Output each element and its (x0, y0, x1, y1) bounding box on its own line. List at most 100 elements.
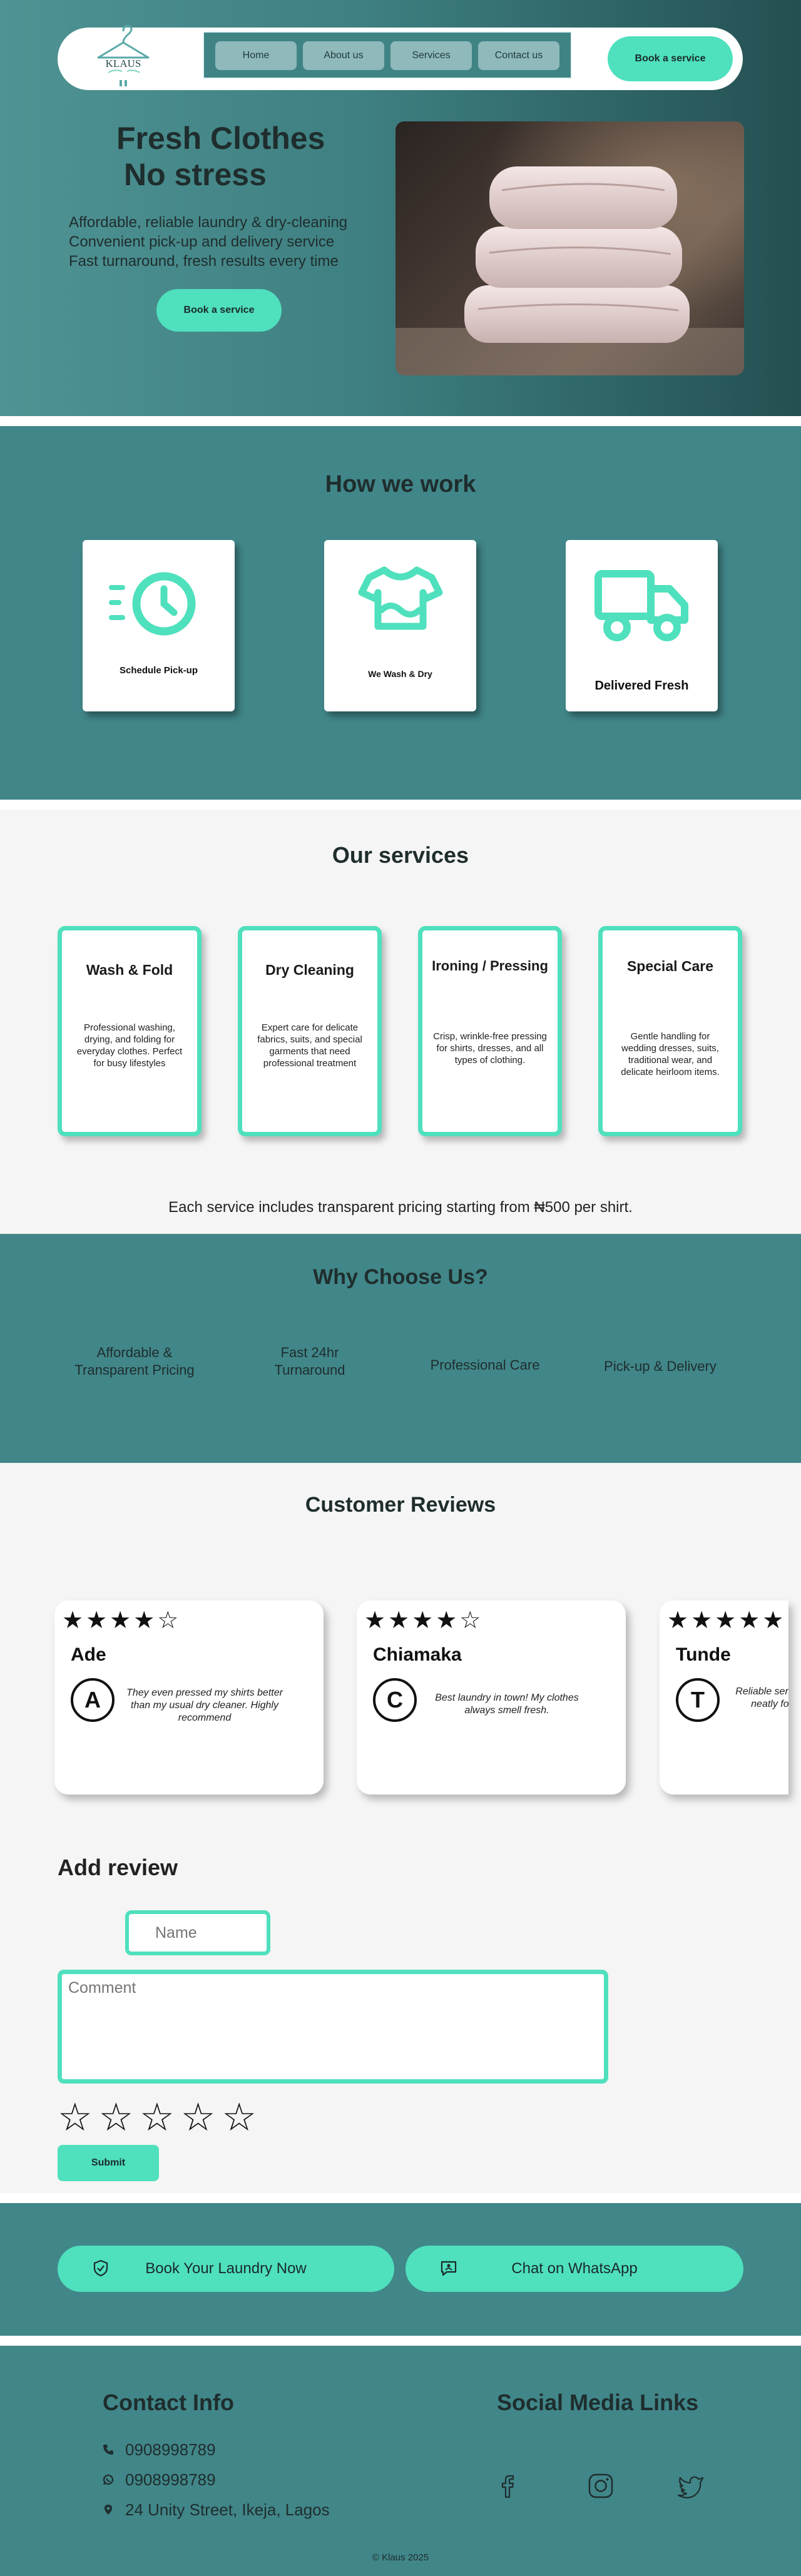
footer: Contact Info 0908998789 0908998789 24 Un… (0, 2346, 801, 2576)
address-text: 24 Unity Street, Ikeja, Lagos (125, 2500, 330, 2519)
reviewer-avatar: A (71, 1678, 115, 1722)
whatsapp-number: 0908998789 (125, 2470, 216, 2489)
chat-whatsapp-button[interactable]: Chat on WhatsApp (406, 2246, 743, 2292)
whatsapp-icon (103, 2474, 114, 2485)
service-card-dry-cleaning[interactable]: Dry Cleaning Expert care for delicate fa… (238, 926, 382, 1136)
phone-icon (103, 2445, 113, 2455)
social-media-title: Social Media Links (497, 2390, 699, 2415)
review-card: ★★★★☆ Ade A They even pressed my shirts … (54, 1601, 324, 1795)
service-description: Professional washing, drying, and foldin… (76, 1022, 183, 1069)
brand-logo[interactable]: KLAUS (92, 19, 155, 94)
how-we-work-title: How we work (325, 471, 476, 497)
nav-home[interactable]: Home (215, 41, 297, 70)
service-title: Wash & Fold (86, 962, 173, 978)
nav-about[interactable]: About us (303, 41, 384, 70)
step-label: Delivered Fresh (594, 679, 689, 693)
hero-title: Fresh Clothes No stress (116, 120, 325, 193)
nav-menu: Home About us Services Contact us (203, 31, 572, 79)
hero-line: Affordable, reliable laundry & dry-clean… (69, 214, 348, 231)
why-item: Professional Care (430, 1357, 540, 1373)
step-card-wash: We Wash & Dry (324, 540, 476, 711)
section-divider (0, 800, 801, 810)
add-review-title: Add review (58, 1855, 178, 1880)
hero-line: Convenient pick-up and delivery service (69, 233, 335, 250)
location-pin-icon (105, 2505, 112, 2515)
step-label: Schedule Pick-up (119, 665, 198, 676)
section-divider (0, 416, 801, 426)
contact-info-title: Contact Info (103, 2390, 234, 2415)
facebook-icon[interactable] (492, 2471, 522, 2501)
why-item-line: Affordable & (96, 1345, 173, 1360)
book-service-nav-button[interactable]: Book a service (608, 36, 733, 81)
chat-whatsapp-label: Chat on WhatsApp (511, 2260, 638, 2277)
why-item: Pick-up & Delivery (604, 1358, 717, 1374)
review-comment-input[interactable] (58, 1970, 608, 2084)
why-choose-us-section: Why Choose Us? Affordable & Transparent … (0, 1234, 801, 1463)
top-navbar: KLAUS Home About us Services Contact us … (58, 25, 743, 90)
step-card-pickup: Schedule Pick-up (83, 540, 235, 711)
review-card: ★★★★★ Tunde T Reliable service, on time.… (660, 1601, 788, 1795)
step-label: We Wash & Dry (368, 669, 432, 679)
reviewer-name: Ade (71, 1644, 106, 1665)
hanger-icon (97, 25, 150, 86)
why-item: Fast 24hr Turnaround (238, 1344, 382, 1379)
hero-section: KLAUS Home About us Services Contact us … (0, 0, 801, 416)
service-description: Expert care for delicate fabrics, suits,… (257, 1022, 362, 1069)
cta-section: Book Your Laundry Now Chat on WhatsApp (0, 2203, 801, 2336)
star-rating: ★★★★☆ (364, 1607, 484, 1634)
hero-title-line2: No stress (124, 157, 267, 192)
review-text: Best laundry in town! My clothes always … (435, 1693, 579, 1716)
service-card-ironing[interactable]: Ironing / Pressing Crisp, wrinkle-free p… (418, 926, 562, 1136)
book-laundry-button[interactable]: Book Your Laundry Now (58, 2246, 394, 2292)
section-divider (0, 2336, 801, 2346)
phone-number: 0908998789 (125, 2440, 216, 2459)
review-text: They even pressed my shirts better than … (126, 1688, 283, 1723)
service-description: Crisp, wrinkle-free pressing for shirts,… (433, 1031, 547, 1066)
service-title: Special Care (626, 958, 714, 974)
clock-pickup-icon (109, 572, 196, 636)
review-text: Reliable service, on time. Clothes neatl… (735, 1686, 788, 1709)
review-card: ★★★★☆ Chiamaka C Best laundry in town! M… (357, 1601, 626, 1795)
hero-book-button[interactable]: Book a service (156, 289, 282, 332)
why-item-line: Transparent Pricing (74, 1362, 195, 1378)
folded-towels-image (395, 121, 744, 375)
delivery-truck-icon (594, 570, 688, 641)
service-title: Dry Cleaning (265, 962, 354, 978)
reviewer-avatar: C (373, 1678, 417, 1722)
rating-star-selector[interactable]: ☆☆☆☆☆ (58, 2096, 263, 2140)
why-item-line: Turnaround (274, 1362, 345, 1378)
submit-review-button[interactable]: Submit (58, 2145, 159, 2181)
service-description: Gentle handling for wedding dresses, sui… (621, 1031, 720, 1077)
hero-line: Fast turnaround, fresh results every tim… (69, 253, 339, 270)
hero-title-line1: Fresh Clothes (116, 121, 325, 156)
how-we-work-section: How we work Schedule Pick-up We Wash & D… (0, 426, 801, 800)
copyright-text: © Klaus 2025 (372, 2552, 429, 2563)
review-name-input[interactable] (125, 1910, 270, 1955)
twitter-icon[interactable] (676, 2471, 706, 2501)
logo-text: KLAUS (105, 58, 141, 69)
reviewer-avatar: T (676, 1678, 720, 1722)
nav-contact[interactable]: Contact us (478, 41, 559, 70)
reviewer-name: Chiamaka (373, 1644, 462, 1665)
tshirt-icon (358, 566, 443, 630)
service-title: Ironing / Pressing (432, 958, 548, 974)
why-item: Affordable & Transparent Pricing (56, 1344, 213, 1379)
section-divider (0, 2193, 801, 2203)
service-card-wash-fold[interactable]: Wash & Fold Professional washing, drying… (58, 926, 202, 1136)
hero-tagline: Affordable, reliable laundry & dry-clean… (69, 213, 347, 271)
pricing-note: Each service includes transparent pricin… (168, 1199, 633, 1216)
reviews-title: Customer Reviews (305, 1493, 496, 1517)
nav-services[interactable]: Services (390, 41, 472, 70)
services-title: Our services (332, 842, 469, 868)
reviewer-name: Tunde (676, 1644, 731, 1665)
instagram-icon[interactable] (586, 2471, 616, 2501)
star-rating: ★★★★☆ (62, 1607, 181, 1634)
book-laundry-label: Book Your Laundry Now (145, 2260, 307, 2277)
why-title: Why Choose Us? (313, 1265, 488, 1289)
why-item-line: Fast 24hr (280, 1345, 339, 1360)
step-card-delivery: Delivered Fresh (566, 540, 718, 711)
reviews-section: Customer Reviews ★★★★☆ Ade A They even p… (0, 1463, 801, 2193)
star-rating: ★★★★★ (667, 1607, 787, 1634)
services-section: Our services Wash & Fold Professional wa… (0, 810, 801, 1234)
service-card-special-care[interactable]: Special Care Gentle handling for wedding… (598, 926, 742, 1136)
